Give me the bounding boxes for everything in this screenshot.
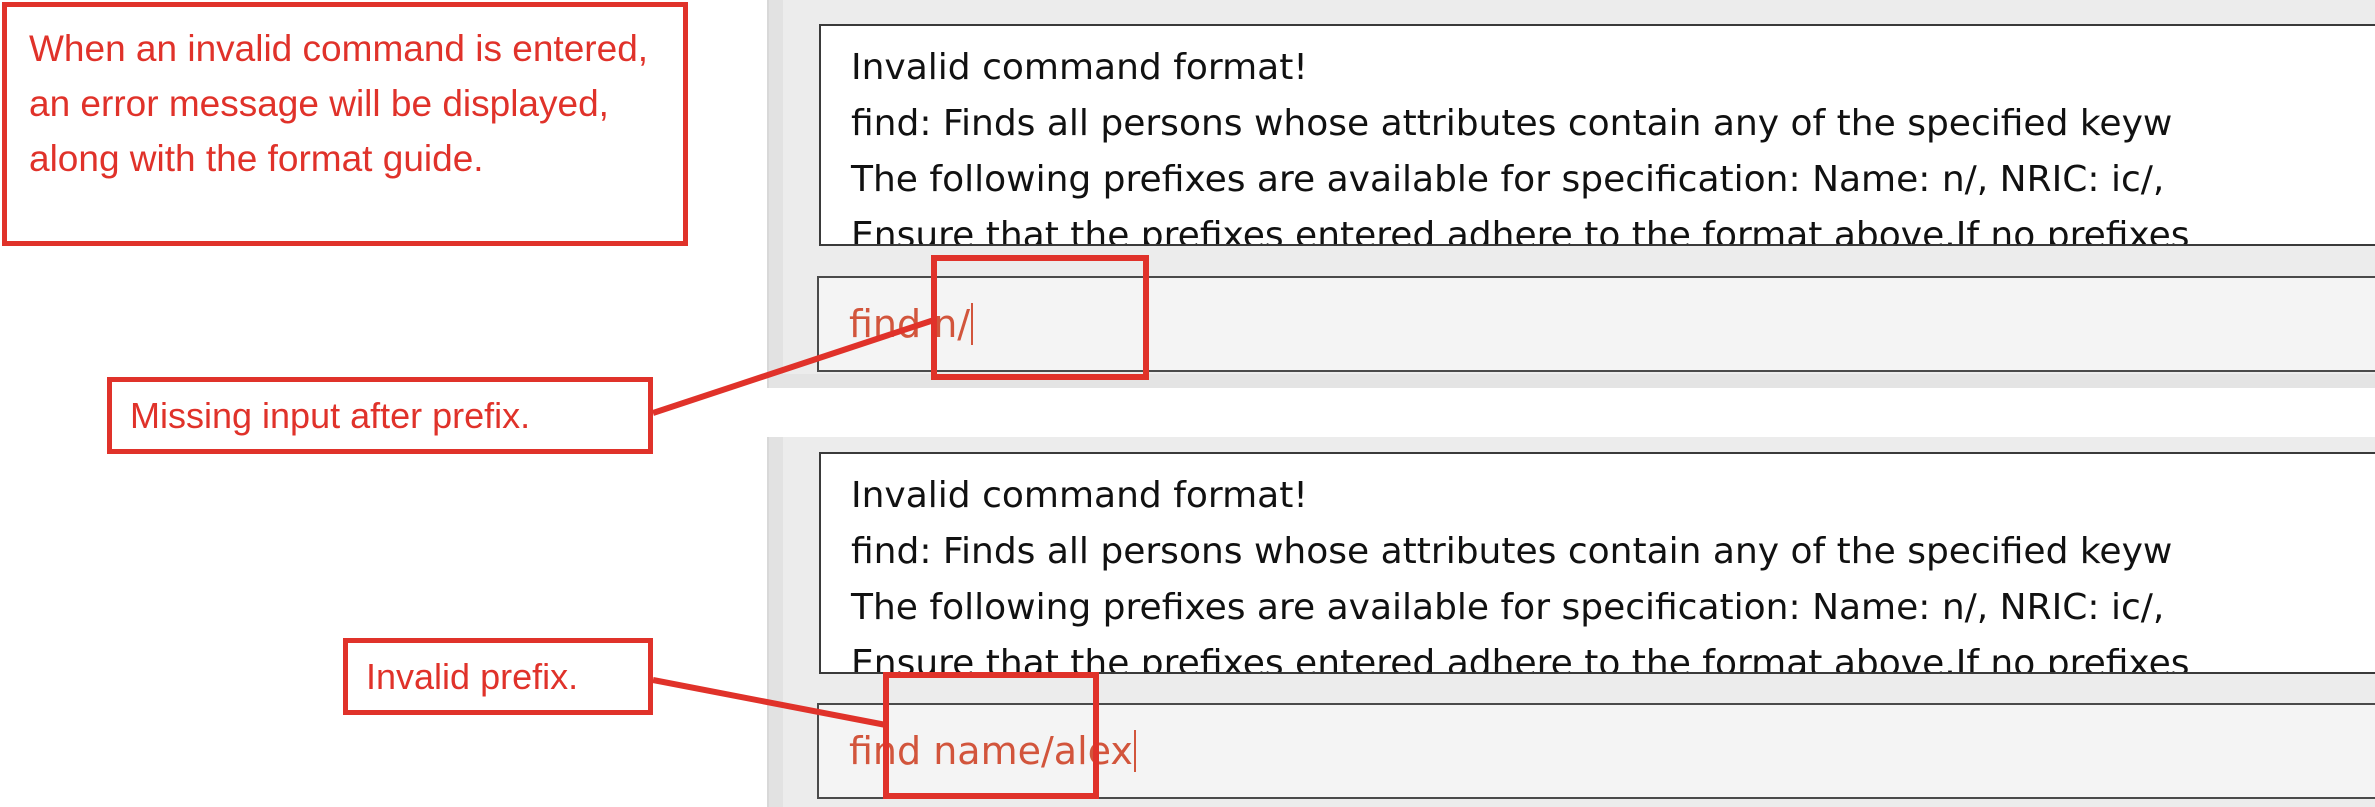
result-line-2: find: Finds all persons whose attributes… (851, 531, 2173, 572)
result-line-1: Invalid command format! (851, 475, 1308, 516)
result-line-3: The following prefixes are available for… (851, 159, 2165, 200)
highlight-missing-input (931, 255, 1149, 380)
result-line-2: find: Finds all persons whose attributes… (851, 103, 2173, 144)
result-line-4: Ensure that the prefixes entered adhere … (851, 643, 2190, 674)
result-line-3: The following prefixes are available for… (851, 587, 2165, 628)
main-annotation: When an invalid command is entered, an e… (2, 2, 688, 246)
result-line-4: Ensure that the prefixes entered adhere … (851, 215, 2190, 246)
missing-input-annotation: Missing input after prefix. (107, 377, 653, 454)
invalid-prefix-annotation: Invalid prefix. (343, 638, 653, 715)
result-display: Invalid command format! find: Finds all … (819, 24, 2375, 246)
result-display: Invalid command format! find: Finds all … (819, 452, 2375, 674)
result-line-1: Invalid command format! (851, 47, 1308, 88)
text-caret (1133, 730, 1136, 772)
highlight-invalid-prefix (883, 672, 1099, 799)
